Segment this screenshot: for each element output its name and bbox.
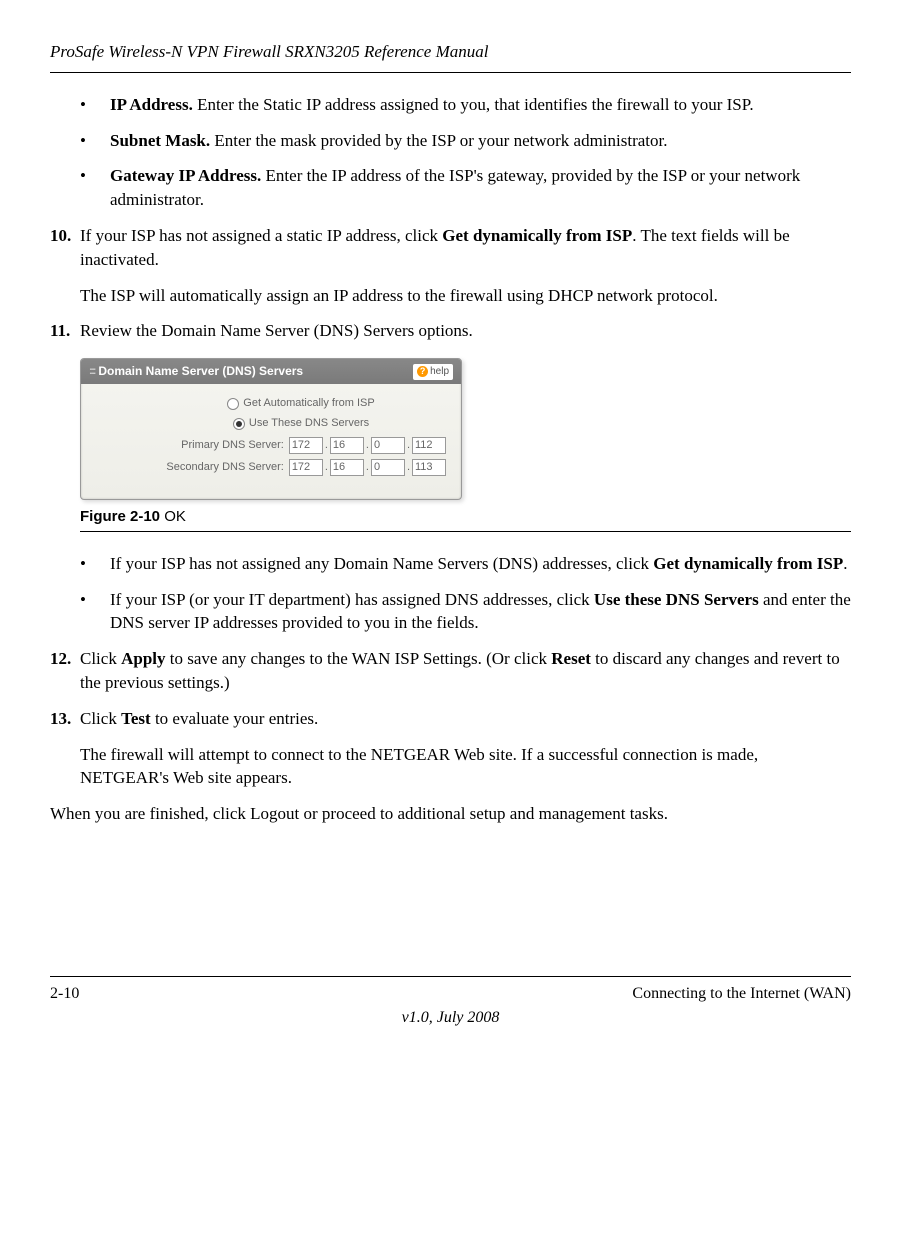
step13-para2: The firewall will attempt to connect to … xyxy=(80,743,851,791)
bullet-ip-address: • IP Address. Enter the Static IP addres… xyxy=(50,93,851,117)
primary-octet-4[interactable]: 112 xyxy=(412,437,446,454)
step12-bold1: Apply xyxy=(121,649,165,668)
dns-bullet-2: • If your ISP (or your IT department) ha… xyxy=(50,588,851,636)
dns-servers-panel: :::: Domain Name Server (DNS) Servers ? … xyxy=(80,358,462,500)
dns-panel-body: Get Automatically from ISP Use These DNS… xyxy=(81,384,461,499)
figure-caption-bold: Figure 2-10 xyxy=(80,508,160,525)
bullet-marker: • xyxy=(50,129,110,153)
figure-2-10: :::: Domain Name Server (DNS) Servers ? … xyxy=(80,358,851,532)
page-header: ProSafe Wireless-N VPN Firewall SRXN3205… xyxy=(50,40,851,73)
bullet-marker: • xyxy=(50,164,110,212)
step-number: 10. xyxy=(50,224,80,272)
bullet-content: Gateway IP Address. Enter the IP address… xyxy=(110,164,851,212)
secondary-octet-1[interactable]: 172 xyxy=(289,459,323,476)
subnet-label: Subnet Mask. xyxy=(110,131,210,150)
radio-get-auto-label: Get Automatically from ISP xyxy=(243,396,374,411)
radio-get-auto[interactable] xyxy=(227,398,239,410)
dns-bullet-1: • If your ISP has not assigned any Domai… xyxy=(50,552,851,576)
ip-label: IP Address. xyxy=(110,95,193,114)
bullet-content: IP Address. Enter the Static IP address … xyxy=(110,93,851,117)
drag-handle-icon: :::: xyxy=(89,365,94,379)
help-button[interactable]: ? help xyxy=(413,364,453,380)
figure-caption-text: OK xyxy=(160,508,186,525)
step12-bold2: Reset xyxy=(551,649,591,668)
bullet-marker: • xyxy=(50,93,110,117)
ip-text: Enter the Static IP address assigned to … xyxy=(193,95,754,114)
bullet-gateway: • Gateway IP Address. Enter the IP addre… xyxy=(50,164,851,212)
secondary-octet-3[interactable]: 0 xyxy=(371,459,405,476)
step-content: Click Test to evaluate your entries. xyxy=(80,707,851,731)
primary-dns-fields: 172. 16. 0. 112 xyxy=(289,437,446,454)
help-icon: ? xyxy=(417,366,428,377)
step13-text1: Click xyxy=(80,709,121,728)
step12-text2: to save any changes to the WAN ISP Setti… xyxy=(166,649,552,668)
footer-version: v1.0, July 2008 xyxy=(50,1007,851,1029)
final-paragraph: When you are finished, click Logout or p… xyxy=(50,802,851,826)
radio-use-these-label: Use These DNS Servers xyxy=(249,416,369,431)
bullet-subnet-mask: • Subnet Mask. Enter the mask provided b… xyxy=(50,129,851,153)
step12-text1: Click xyxy=(80,649,121,668)
step-content: Review the Domain Name Server (DNS) Serv… xyxy=(80,319,851,343)
figure-caption: Figure 2-10 OK xyxy=(80,506,851,532)
bullet-marker: • xyxy=(50,552,110,576)
step10-para2: The ISP will automatically assign an IP … xyxy=(80,284,851,308)
primary-octet-1[interactable]: 172 xyxy=(289,437,323,454)
primary-dns-label: Primary DNS Server: xyxy=(181,438,289,453)
step-12: 12. Click Apply to save any changes to t… xyxy=(50,647,851,695)
subnet-text: Enter the mask provided by the ISP or yo… xyxy=(210,131,667,150)
help-label: help xyxy=(430,365,449,379)
step-number: 12. xyxy=(50,647,80,695)
dns-b2-bold1: Use these DNS Servers xyxy=(594,590,759,609)
radio-use-these[interactable] xyxy=(233,418,245,430)
bullet-marker: • xyxy=(50,588,110,636)
secondary-dns-fields: 172. 16. 0. 113 xyxy=(289,459,446,476)
step-13: 13. Click Test to evaluate your entries. xyxy=(50,707,851,731)
dns-panel-title: Domain Name Server (DNS) Servers xyxy=(98,363,303,380)
bullet-content: Subnet Mask. Enter the mask provided by … xyxy=(110,129,851,153)
step-number: 11. xyxy=(50,319,80,343)
bullet-content: If your ISP has not assigned any Domain … xyxy=(110,552,851,576)
dns-b2-text1: If your ISP (or your IT department) has … xyxy=(110,590,594,609)
footer-section-title: Connecting to the Internet (WAN) xyxy=(632,983,851,1005)
step-content: Click Apply to save any changes to the W… xyxy=(80,647,851,695)
footer-page-number: 2-10 xyxy=(50,983,79,1005)
secondary-octet-2[interactable]: 16 xyxy=(330,459,364,476)
step-10: 10. If your ISP has not assigned a stati… xyxy=(50,224,851,272)
step13-bold1: Test xyxy=(121,709,151,728)
step13-text2: to evaluate your entries. xyxy=(151,709,319,728)
primary-octet-3[interactable]: 0 xyxy=(371,437,405,454)
step-number: 13. xyxy=(50,707,80,731)
step10-text1: If your ISP has not assigned a static IP… xyxy=(80,226,442,245)
secondary-dns-label: Secondary DNS Server: xyxy=(166,460,288,475)
step-11: 11. Review the Domain Name Server (DNS) … xyxy=(50,319,851,343)
page-footer: 2-10 Connecting to the Internet (WAN) v1… xyxy=(50,976,851,1030)
dns-b1-text1: If your ISP has not assigned any Domain … xyxy=(110,554,653,573)
secondary-octet-4[interactable]: 113 xyxy=(412,459,446,476)
dns-title-bar: :::: Domain Name Server (DNS) Servers ? … xyxy=(81,359,461,384)
step-content: If your ISP has not assigned a static IP… xyxy=(80,224,851,272)
dns-b1-bold1: Get dynamically from ISP xyxy=(653,554,843,573)
bullet-content: If your ISP (or your IT department) has … xyxy=(110,588,851,636)
gateway-label: Gateway IP Address. xyxy=(110,166,261,185)
primary-octet-2[interactable]: 16 xyxy=(330,437,364,454)
dns-b1-text2: . xyxy=(843,554,847,573)
step10-bold1: Get dynamically from ISP xyxy=(442,226,632,245)
